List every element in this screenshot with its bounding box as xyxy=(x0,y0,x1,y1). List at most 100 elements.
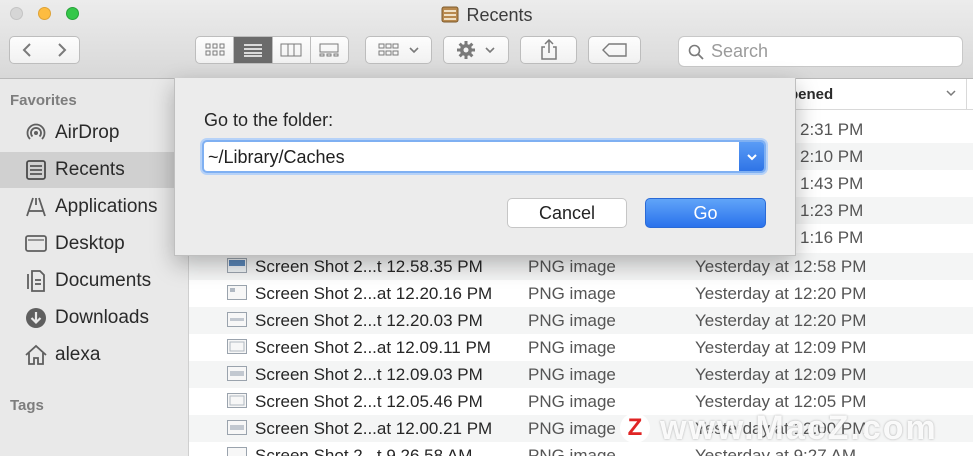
table-row[interactable]: Screen Shot 2...at 12.09.11 PM PNG image… xyxy=(189,334,973,361)
forward-button[interactable] xyxy=(44,36,80,64)
back-button[interactable] xyxy=(9,36,45,64)
icon-grid-icon xyxy=(205,43,225,56)
sidebar-item-applications[interactable]: Applications xyxy=(0,189,188,225)
recents-folder-icon xyxy=(440,4,460,29)
view-mode-control xyxy=(195,36,349,64)
sidebar-item-documents[interactable]: Documents xyxy=(0,263,188,299)
chevron-down-icon xyxy=(746,153,757,160)
png-thumbnail-icon xyxy=(227,339,247,354)
list-view-button[interactable] xyxy=(234,37,273,63)
date-opened-cell: 2:10 PM xyxy=(800,147,864,166)
date-opened-cell: Yesterday at 12:58 PM xyxy=(695,257,867,276)
group-by-button[interactable] xyxy=(365,36,432,64)
gallery-icon xyxy=(319,43,339,57)
file-kind-cell: PNG image xyxy=(528,419,616,438)
window-toolbar: Recents xyxy=(0,0,973,79)
documents-icon xyxy=(23,268,49,294)
file-kind-cell: PNG image xyxy=(528,392,616,411)
cancel-button[interactable]: Cancel xyxy=(507,198,627,228)
tags-header: Tags xyxy=(10,397,44,414)
sidebar-item-label: Applications xyxy=(55,196,158,217)
applications-icon xyxy=(23,194,49,220)
recents-icon xyxy=(23,157,49,183)
sidebar-item-label: Documents xyxy=(55,270,152,291)
sidebar-item-airdrop[interactable]: AirDrop xyxy=(0,115,188,151)
search-field[interactable] xyxy=(678,36,963,67)
date-opened-cell: Yesterday at 12:09 PM xyxy=(695,338,867,357)
list-lines-icon xyxy=(243,44,262,57)
column-divider xyxy=(966,79,967,109)
watermark: Z www.MacZ.com xyxy=(620,408,970,454)
date-opened-cell: Yesterday at 12:09 PM xyxy=(695,365,867,384)
table-row[interactable]: Screen Shot 2...t 12.20.03 PM PNG image … xyxy=(189,307,973,334)
file-name-cell: Screen Shot 2...t 9.26.58 AM xyxy=(255,446,473,456)
gear-icon xyxy=(457,41,475,59)
sidebar-item-desktop[interactable]: Desktop xyxy=(0,226,188,262)
png-thumbnail-icon xyxy=(227,312,247,327)
folder-path-combobox[interactable] xyxy=(202,140,766,173)
share-button[interactable] xyxy=(520,36,577,64)
file-kind-cell: PNG image xyxy=(528,365,616,384)
chevron-down-icon xyxy=(408,47,419,54)
search-input[interactable] xyxy=(711,41,951,62)
window-title-bar: Recents xyxy=(0,4,973,29)
columns-icon xyxy=(280,43,302,57)
file-name-cell: Screen Shot 2...t 12.58.35 PM xyxy=(255,257,483,276)
date-opened-cell: 1:23 PM xyxy=(800,201,864,220)
go-button[interactable]: Go xyxy=(645,198,766,228)
png-thumbnail-icon xyxy=(227,420,247,435)
airdrop-icon xyxy=(23,120,49,146)
date-opened-cell: 1:43 PM xyxy=(800,174,864,193)
date-opened-cell: Yesterday at 12:20 PM xyxy=(695,311,867,330)
date-opened-cell: Yesterday at 12:20 PM xyxy=(695,284,867,303)
column-view-button[interactable] xyxy=(273,37,311,63)
sidebar-item-home[interactable]: alexa xyxy=(0,337,188,373)
file-kind-cell: PNG image xyxy=(528,338,616,357)
sidebar-item-label: Downloads xyxy=(55,307,149,328)
path-history-dropdown-button[interactable] xyxy=(739,142,764,171)
png-thumbnail-icon xyxy=(227,393,247,408)
png-thumbnail-icon xyxy=(227,366,247,381)
chevron-down-icon xyxy=(485,47,495,54)
sidebar-item-label: AirDrop xyxy=(55,122,120,143)
group-grid-icon xyxy=(378,43,398,56)
file-kind-cell: PNG image xyxy=(528,257,616,276)
table-row[interactable]: Screen Shot 2...at 12.20.16 PM PNG image… xyxy=(189,280,973,307)
table-row[interactable]: Screen Shot 2...t 12.09.03 PM PNG image … xyxy=(189,361,973,388)
chevron-left-icon xyxy=(22,43,31,57)
table-row[interactable]: Screen Shot 2...t 12.58.35 PM PNG image … xyxy=(189,253,973,280)
tag-icon xyxy=(601,43,627,57)
watermark-text: www.MacZ.com xyxy=(660,409,938,447)
favorites-header: Favorites xyxy=(10,92,77,109)
png-thumbnail-icon xyxy=(227,447,247,456)
edit-tags-button[interactable] xyxy=(588,36,641,64)
gallery-view-button[interactable] xyxy=(311,37,348,63)
sidebar-item-downloads[interactable]: Downloads xyxy=(0,300,188,336)
go-to-folder-prompt: Go to the folder: xyxy=(204,110,334,130)
sidebar-item-label: alexa xyxy=(55,344,101,365)
watermark-logo: Z xyxy=(620,413,650,443)
sidebar: Favorites AirDrop Recents Applications D… xyxy=(0,79,189,456)
date-opened-cell: 1:16 PM xyxy=(800,228,864,247)
icon-view-button[interactable] xyxy=(196,37,235,63)
sidebar-item-label: Recents xyxy=(55,159,125,180)
sidebar-item-recents[interactable]: Recents xyxy=(0,152,188,188)
action-menu-button[interactable] xyxy=(443,36,509,64)
desktop-icon xyxy=(23,231,49,257)
date-opened-cell: 2:31 PM xyxy=(800,120,864,139)
go-to-folder-sheet: Go to the folder: Cancel Go xyxy=(174,78,796,256)
file-name-cell: Screen Shot 2...t 12.20.03 PM xyxy=(255,311,483,330)
search-icon xyxy=(688,44,704,60)
file-kind-cell: PNG image xyxy=(528,284,616,303)
file-kind-cell: PNG image xyxy=(528,446,616,456)
folder-path-input[interactable] xyxy=(208,145,728,169)
window-title: Recents xyxy=(466,5,533,25)
home-icon xyxy=(23,342,49,368)
png-thumbnail-icon xyxy=(227,258,247,273)
file-name-cell: Screen Shot 2...t 12.09.03 PM xyxy=(255,365,483,384)
file-name-cell: Screen Shot 2...t 12.05.46 PM xyxy=(255,392,483,411)
downloads-icon xyxy=(23,305,49,331)
png-thumbnail-icon xyxy=(227,285,247,300)
chevron-down-icon[interactable] xyxy=(945,87,957,99)
share-icon xyxy=(540,39,557,60)
